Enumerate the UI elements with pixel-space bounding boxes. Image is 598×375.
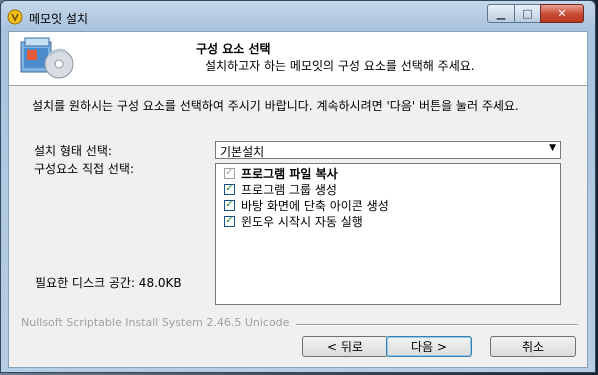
- component-item-autostart[interactable]: ✓ 윈도우 시작시 자동 실행: [224, 214, 363, 229]
- title-bar[interactable]: 메모잇 설치 ▁ □ ✕: [1, 1, 597, 31]
- checkbox-checked-disabled: ✓: [224, 167, 235, 179]
- next-button[interactable]: 다음 >: [386, 336, 472, 357]
- instructions-text: 설치를 원하시는 구성 요소를 선택하여 주시기 바랍니다. 계속하시려면 '다…: [32, 99, 519, 113]
- install-type-value: 기본설치: [220, 145, 265, 159]
- chevron-down-icon: ▼: [549, 143, 556, 153]
- maximize-button[interactable]: □: [514, 4, 541, 23]
- client-area: 구성 요소 선택 설치하고자 하는 메모잇의 구성 요소를 선택해 주세요. 설…: [8, 31, 588, 368]
- install-type-select[interactable]: 기본설치 ▼: [215, 141, 561, 159]
- minimize-icon: ▁: [496, 7, 506, 20]
- header-panel: 구성 요소 선택 설치하고자 하는 메모잇의 구성 요소를 선택해 주세요.: [9, 32, 587, 86]
- installer-box-icon: [20, 37, 74, 79]
- back-button[interactable]: < 뒤로: [302, 336, 388, 357]
- component-item-program-group[interactable]: ✓ 프로그램 그룹 생성: [224, 182, 337, 197]
- component-label: 바탕 화면에 단축 아이콘 생성: [241, 198, 389, 213]
- component-label: 프로그램 파일 복사: [241, 166, 338, 181]
- install-type-label: 설치 형태 선택:: [34, 144, 112, 158]
- cancel-button[interactable]: 취소: [490, 336, 576, 357]
- window-title: 메모잇 설치: [29, 12, 89, 26]
- components-list: ✓ 프로그램 파일 복사 ✓ 프로그램 그룹 생성 ✓ 바탕 화면에 단축 아이…: [215, 163, 561, 305]
- minimize-button[interactable]: ▁: [487, 4, 515, 23]
- footer-divider: [296, 324, 578, 326]
- components-label: 구성요소 직접 선택:: [34, 162, 134, 176]
- component-label: 프로그램 그룹 생성: [241, 182, 337, 197]
- maximize-icon: □: [522, 7, 533, 20]
- nsis-branding: Nullsoft Scriptable Install System 2.46.…: [21, 316, 290, 329]
- page-title: 구성 요소 선택: [196, 42, 271, 56]
- checkbox-checked[interactable]: ✓: [224, 199, 235, 211]
- space-required-label: 필요한 디스크 공간: 48.0KB: [35, 276, 182, 290]
- installer-window: 메모잇 설치 ▁ □ ✕ 구성 요소 선택 설치하고자 하는 메모잇의 구성 요…: [0, 0, 596, 373]
- page-subtitle: 설치하고자 하는 메모잇의 구성 요소를 선택해 주세요.: [205, 59, 475, 73]
- app-icon: [7, 9, 23, 25]
- component-item-desktop-shortcut[interactable]: ✓ 바탕 화면에 단축 아이콘 생성: [224, 198, 389, 213]
- close-icon: ✕: [557, 7, 567, 20]
- checkbox-checked[interactable]: ✓: [224, 183, 235, 195]
- component-label: 윈도우 시작시 자동 실행: [241, 214, 363, 229]
- checkbox-checked[interactable]: ✓: [224, 215, 235, 227]
- component-item-program-files[interactable]: ✓ 프로그램 파일 복사: [224, 166, 338, 181]
- close-button[interactable]: ✕: [540, 4, 584, 23]
